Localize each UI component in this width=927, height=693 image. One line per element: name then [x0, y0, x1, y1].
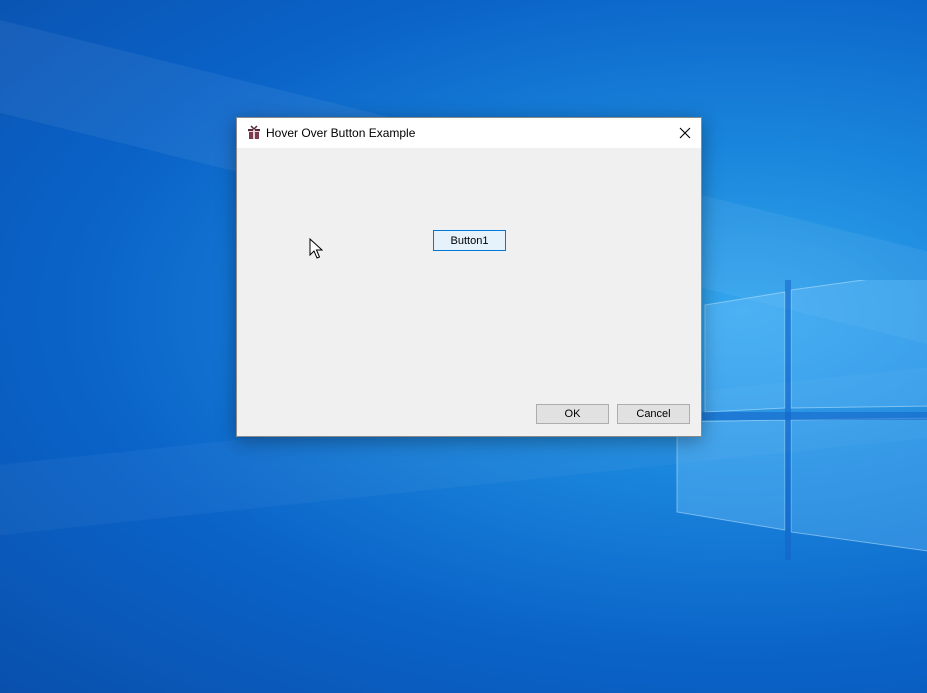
- button1[interactable]: Button1: [433, 230, 506, 251]
- ok-button[interactable]: OK: [536, 404, 609, 424]
- cancel-button[interactable]: Cancel: [617, 404, 690, 424]
- close-button[interactable]: [669, 118, 701, 148]
- window-title: Hover Over Button Example: [266, 126, 416, 140]
- close-icon: [679, 127, 691, 139]
- gift-icon: [248, 125, 260, 139]
- dialog-window: Hover Over Button Example Button1 OK Can…: [236, 117, 702, 437]
- arrow-cursor-icon: [309, 238, 323, 259]
- windows-logo: [675, 280, 927, 560]
- title-bar[interactable]: Hover Over Button Example: [237, 118, 701, 148]
